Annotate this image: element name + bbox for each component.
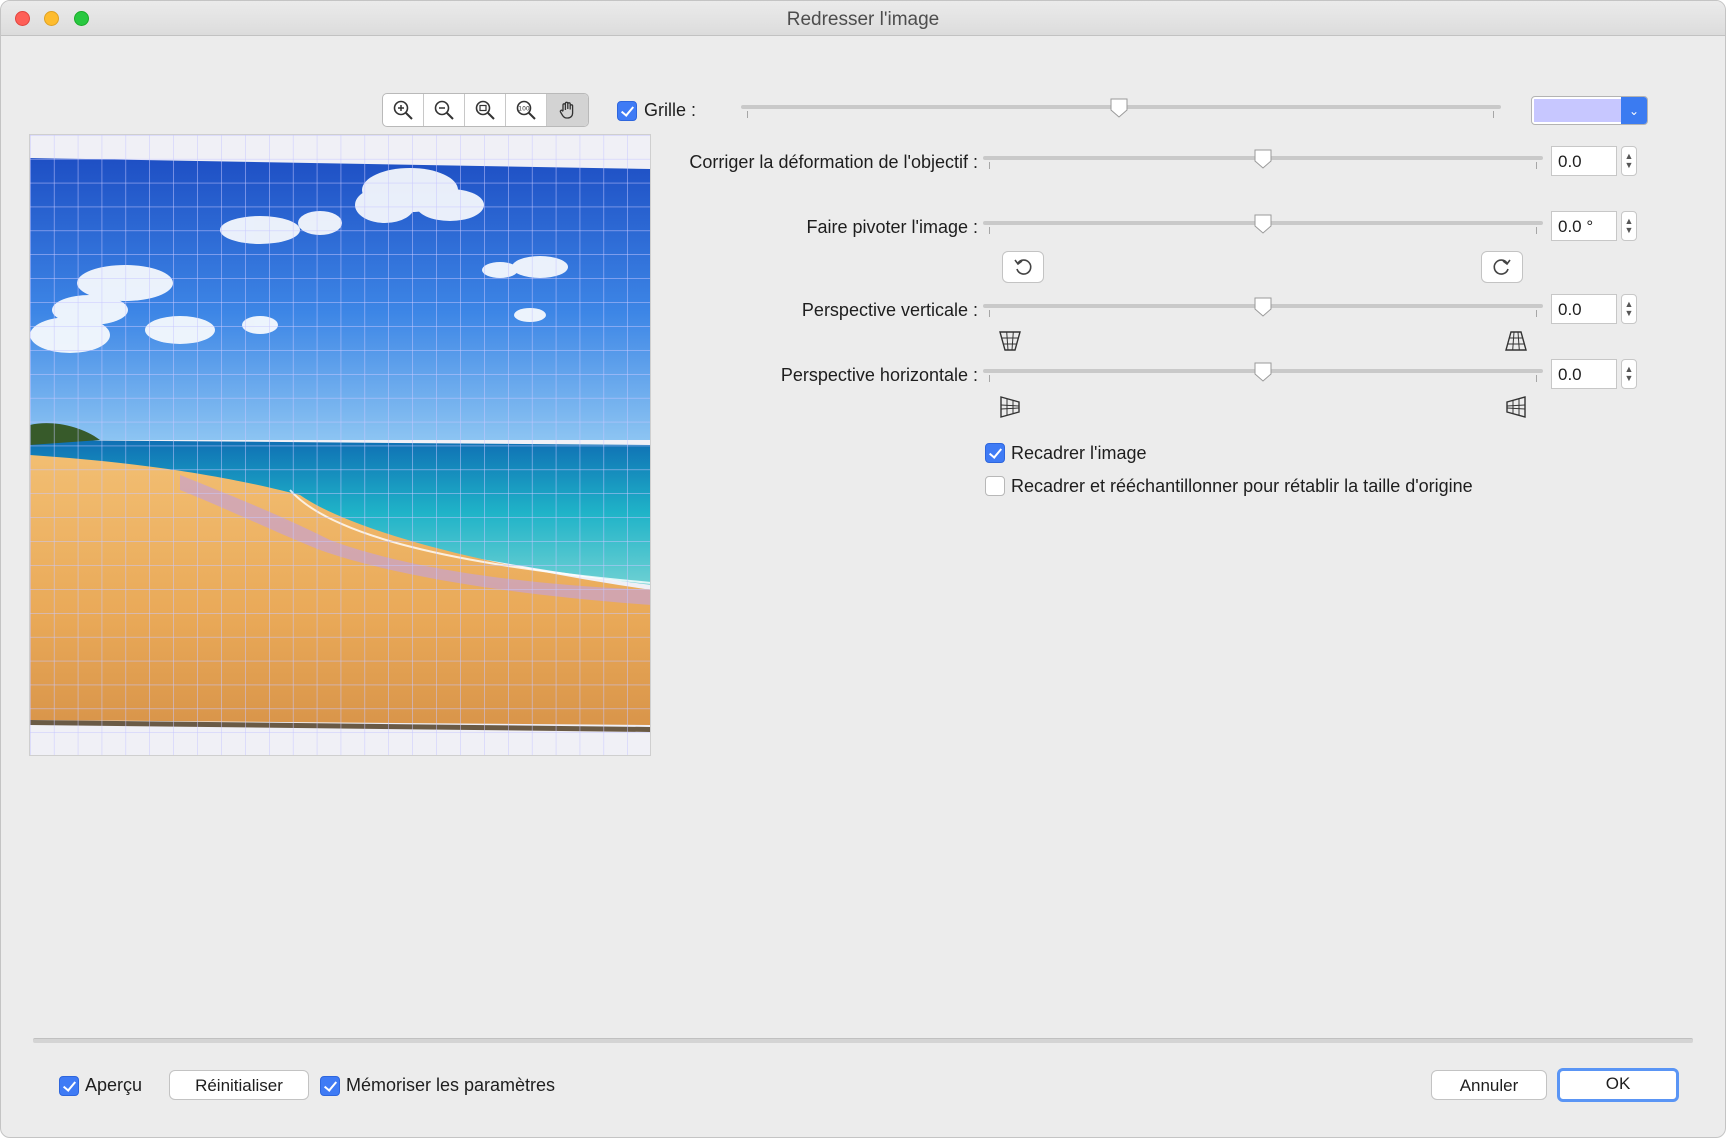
perspective-vertical-label: Perspective verticale : bbox=[801, 300, 978, 320]
perspective-vertical-field[interactable]: 0.0 bbox=[1551, 294, 1617, 324]
perspective-horizontal-tick-max bbox=[1536, 375, 1537, 382]
footer-divider bbox=[33, 1038, 1693, 1043]
perspective-bottom-wide-icon bbox=[1505, 331, 1527, 351]
crop-image-label: Recadrer l'image bbox=[1011, 443, 1147, 463]
preview-label: Aperçu bbox=[85, 1075, 143, 1095]
zoom-fit-button[interactable] bbox=[465, 94, 506, 126]
lens-slider-tick-min bbox=[989, 162, 990, 169]
lens-value-field[interactable]: 0.0 bbox=[1551, 146, 1617, 176]
window-title: Redresser l'image bbox=[786, 9, 940, 30]
zoom-fit-icon bbox=[475, 100, 495, 120]
rotate-left-button[interactable] bbox=[1002, 251, 1044, 283]
grid-slider-tick-min bbox=[747, 111, 748, 118]
dialog-window: Redresser l'image 100 Grille: ⌄ Corrige… bbox=[0, 0, 1726, 1138]
perspective-vertical-thumb[interactable] bbox=[1254, 297, 1272, 317]
image-preview[interactable] bbox=[29, 134, 651, 756]
cancel-button[interactable]: Annuler bbox=[1431, 1070, 1547, 1100]
perspective-horizontal-label: Perspective horizontale : bbox=[780, 365, 978, 385]
zoom-out-button[interactable] bbox=[424, 94, 465, 126]
remember-settings-label: Mémoriser les paramètres bbox=[346, 1075, 556, 1095]
preview-checkbox[interactable] bbox=[59, 1076, 79, 1096]
reset-button[interactable]: Réinitialiser bbox=[169, 1070, 309, 1100]
rotate-slider-thumb[interactable] bbox=[1254, 214, 1272, 234]
grid-color-picker[interactable]: ⌄ bbox=[1531, 96, 1648, 125]
perspective-right-wide-icon bbox=[1506, 396, 1526, 418]
rotate-value-field[interactable]: 0.0 ° bbox=[1551, 211, 1617, 241]
zoom-out-icon bbox=[434, 100, 454, 120]
rotate-slider-tick-max bbox=[1536, 227, 1537, 234]
zoom-in-icon bbox=[393, 100, 413, 120]
zoom-toolbar: 100 bbox=[382, 93, 589, 127]
ok-button[interactable]: OK bbox=[1557, 1068, 1679, 1102]
rotate-cw-icon bbox=[1493, 259, 1511, 275]
perspective-top-wide-icon bbox=[999, 331, 1021, 351]
lens-stepper[interactable]: ▲ ▼ bbox=[1621, 146, 1637, 176]
grid-slider-thumb[interactable] bbox=[1110, 98, 1128, 118]
rotate-label: Faire pivoter l'image : bbox=[806, 217, 978, 237]
rotate-stepper[interactable]: ▲ ▼ bbox=[1621, 211, 1637, 241]
perspective-vertical-tick-min bbox=[989, 310, 990, 317]
grid-color-swatch bbox=[1534, 99, 1621, 122]
crop-resample-label: Recadrer et rééchantillonner pour rétabl… bbox=[1011, 476, 1473, 496]
crop-image-checkbox[interactable] bbox=[985, 443, 1005, 463]
zoom-100-icon: 100 bbox=[516, 100, 536, 120]
title-bar: Redresser l'image bbox=[1, 1, 1725, 36]
beach-photo bbox=[30, 135, 650, 755]
crop-resample-checkbox[interactable] bbox=[985, 476, 1005, 496]
perspective-vertical-stepper[interactable]: ▲ ▼ bbox=[1621, 294, 1637, 324]
perspective-horizontal-tick-min bbox=[989, 375, 990, 382]
grid-checkbox[interactable] bbox=[617, 101, 637, 121]
rotate-right-button[interactable] bbox=[1481, 251, 1523, 283]
svg-text:100: 100 bbox=[518, 106, 530, 113]
lens-slider-tick-max bbox=[1536, 162, 1537, 169]
rotate-ccw-icon bbox=[1014, 259, 1032, 275]
remember-settings-checkbox[interactable] bbox=[320, 1076, 340, 1096]
perspective-horizontal-thumb[interactable] bbox=[1254, 362, 1272, 382]
zoom-100-button[interactable]: 100 bbox=[506, 94, 547, 126]
lens-correction-label: Corriger la déformation de l'objectif : bbox=[689, 152, 978, 172]
chevron-down-icon[interactable]: ⌄ bbox=[1621, 97, 1647, 124]
zoom-in-button[interactable] bbox=[383, 94, 424, 126]
hand-icon bbox=[559, 101, 573, 119]
perspective-vertical-tick-max bbox=[1536, 310, 1537, 317]
perspective-horizontal-field[interactable]: 0.0 bbox=[1551, 359, 1617, 389]
lens-slider-thumb[interactable] bbox=[1254, 149, 1272, 169]
grid-slider-tick-max bbox=[1493, 111, 1494, 118]
perspective-left-wide-icon bbox=[1000, 396, 1020, 418]
rotate-slider-tick-min bbox=[989, 227, 990, 234]
hand-tool-button[interactable] bbox=[547, 94, 588, 126]
grid-label: Grille : bbox=[644, 100, 697, 120]
perspective-horizontal-stepper[interactable]: ▲ ▼ bbox=[1621, 359, 1637, 389]
